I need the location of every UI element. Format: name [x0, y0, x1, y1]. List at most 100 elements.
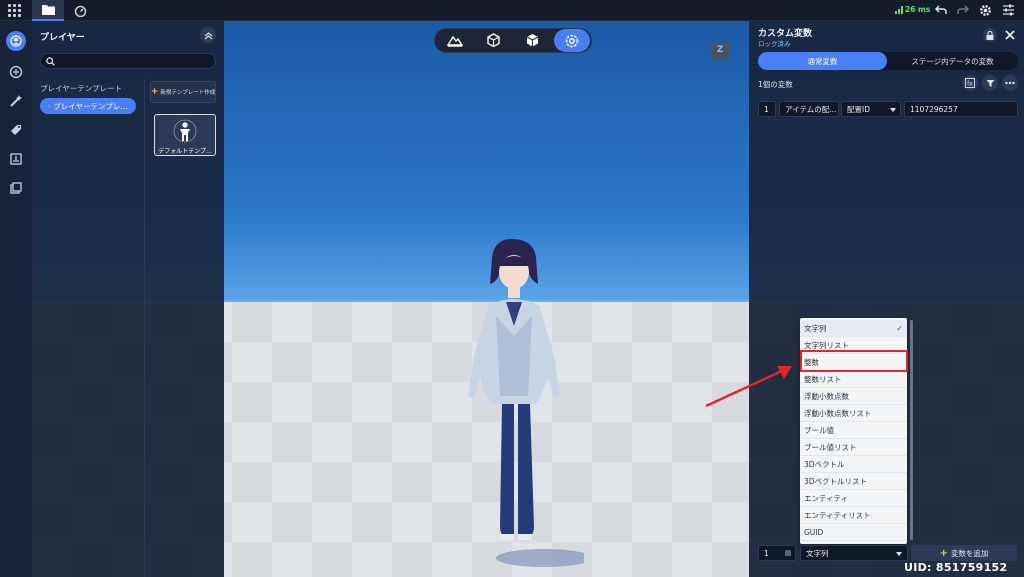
highlight-box — [800, 350, 908, 372]
dropdown-option[interactable]: ブール値リスト — [800, 439, 907, 456]
drag-handle-icon — [785, 550, 791, 556]
uid-label: UID: 851759152 — [904, 561, 1008, 574]
new-row-index-value: 1 — [764, 548, 769, 558]
folder-icon — [41, 5, 55, 15]
template-chip-label: プレイヤーテンプレ... — [53, 101, 128, 111]
dropdown-option[interactable]: 浮動小数点数リスト — [800, 405, 907, 422]
apps-grid-icon[interactable] — [8, 4, 22, 18]
dropdown-option[interactable]: 文字列 ✓ — [800, 320, 907, 337]
lock-status: ロック済み — [758, 40, 791, 48]
character-shadow — [496, 549, 584, 567]
function-button[interactable]: fx — [962, 75, 978, 91]
dropdown-option[interactable]: ブール値 — [800, 422, 907, 439]
variable-count: 1個の変数 — [758, 80, 793, 89]
left-tool-rail — [0, 21, 32, 577]
chevron-double-up-icon — [204, 31, 212, 39]
lock-button[interactable] — [983, 28, 997, 42]
object-mode-button[interactable] — [475, 29, 511, 52]
more-icon — [1005, 81, 1015, 85]
z-axis-badge[interactable]: Z — [711, 41, 729, 59]
dropdown-option-label: 浮動小数点数 — [804, 391, 849, 401]
rail-player-button[interactable] — [6, 31, 26, 51]
plus-icon: + — [150, 87, 159, 97]
ping-indicator: 26 ms — [895, 5, 930, 14]
gauge-icon — [74, 5, 86, 17]
panel-title: プレイヤー — [40, 33, 85, 43]
row-type-value: 配置ID — [847, 104, 870, 114]
cube-icon — [526, 34, 538, 47]
add-variable-button[interactable]: + 変数を追加 — [911, 545, 1017, 561]
dropdown-option[interactable]: 整数リスト — [800, 371, 907, 388]
dropdown-option[interactable]: エンティティ — [800, 490, 907, 507]
undo-icon — [935, 5, 947, 14]
copy-icon — [10, 182, 22, 194]
rail-add-entity-button[interactable] — [6, 62, 26, 82]
annotation-arrow — [705, 366, 792, 408]
dropdown-option[interactable]: GUID — [800, 524, 907, 541]
rail-tag-button[interactable] — [6, 120, 26, 140]
dropdown-scrollbar[interactable] — [910, 320, 913, 540]
row-name-field[interactable]: アイテムの配... — [779, 101, 839, 117]
plus-icon: + — [939, 547, 948, 559]
dropdown-option-label: ブール値リスト — [804, 442, 857, 452]
new-template-button[interactable]: + 新規テンプレート作成 — [150, 81, 216, 103]
search-input[interactable] — [40, 53, 216, 69]
dropdown-option[interactable]: エンティティリスト — [800, 507, 907, 524]
player-icon — [10, 35, 22, 47]
dropdown-option-label: 文字列 — [804, 323, 827, 333]
caret-down-icon — [890, 108, 896, 112]
more-button[interactable] — [1002, 75, 1018, 91]
settings-button[interactable] — [978, 3, 992, 17]
sliders-icon — [1002, 4, 1014, 16]
lock-icon — [986, 30, 994, 40]
svg-text:fx: fx — [967, 81, 973, 88]
signal-icon — [895, 5, 903, 14]
character-model[interactable] — [444, 236, 584, 576]
tab-normal-variables[interactable]: 通常変数 — [758, 52, 887, 70]
panel-divider — [144, 79, 145, 577]
rail-import-button[interactable] — [6, 149, 26, 169]
terrain-mode-button[interactable] — [437, 29, 473, 52]
rail-export-button[interactable] — [6, 178, 26, 198]
prefab-mode-button[interactable] — [514, 29, 550, 52]
tab-stage-data-variables[interactable]: ステージ内データの変数 — [887, 52, 1018, 70]
tag-icon — [11, 125, 21, 135]
collapse-button[interactable] — [200, 27, 216, 43]
function-icon: fx — [965, 78, 975, 88]
dropdown-option-label: 文字列リスト — [804, 340, 849, 350]
rail-effect-button[interactable] — [6, 91, 26, 111]
close-button[interactable] — [1003, 28, 1017, 42]
template-card-label: デフォルトテンプ... — [158, 148, 212, 155]
undo-button[interactable] — [934, 3, 948, 17]
dropdown-option-label: ブール値 — [804, 425, 834, 435]
wand-icon — [10, 95, 22, 107]
new-type-select[interactable]: 文字列 — [800, 545, 908, 561]
cube-rotate-icon — [486, 33, 500, 48]
dropdown-option-label: エンティティ — [804, 493, 849, 503]
tab-performance[interactable] — [64, 0, 96, 21]
row-type-select[interactable]: 配置ID — [841, 101, 901, 117]
import-icon — [10, 153, 22, 165]
adjust-button[interactable] — [1001, 3, 1015, 17]
dropdown-option[interactable]: 3Dベクトルリスト — [800, 473, 907, 490]
row-value-field[interactable]: 1107296257 — [904, 101, 1018, 117]
tab-files[interactable] — [32, 0, 64, 21]
redo-icon — [957, 5, 969, 14]
filter-icon — [986, 79, 994, 87]
dropdown-option-label: 浮動小数点数リスト — [804, 408, 872, 418]
view-mode-toolbar — [434, 28, 592, 53]
template-chip[interactable]: · プレイヤーテンプレ... — [40, 98, 136, 114]
caret-down-icon — [896, 552, 902, 556]
filter-button[interactable] — [982, 75, 998, 91]
add-target-icon — [9, 65, 23, 79]
redo-button[interactable] — [956, 3, 970, 17]
top-bar: 26 ms — [0, 0, 1024, 21]
dropdown-option[interactable]: 3Dベクトル — [800, 456, 907, 473]
dropdown-option-label: 3Dベクトルリスト — [804, 476, 868, 486]
terrain-icon — [447, 35, 463, 47]
search-icon — [46, 57, 55, 66]
settings-mode-button[interactable] — [554, 29, 590, 52]
new-type-value: 文字列 — [806, 548, 829, 558]
dropdown-option[interactable]: 浮動小数点数 — [800, 388, 907, 405]
check-icon: ✓ — [896, 323, 903, 333]
